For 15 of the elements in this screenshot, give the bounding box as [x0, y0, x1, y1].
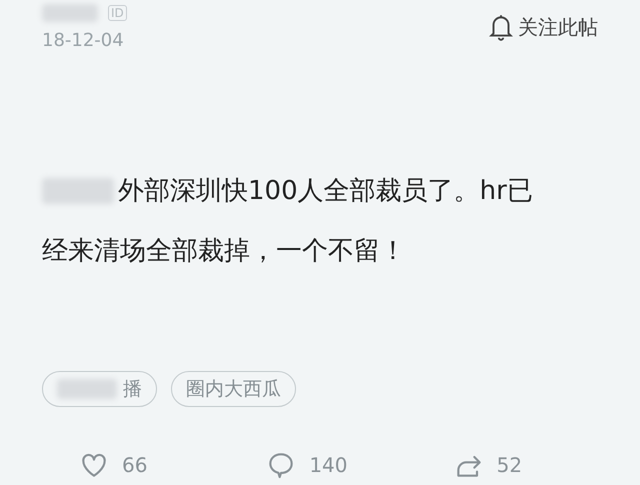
post-body-line: 外部深圳快100人全部裁员了。hr已 [118, 175, 533, 208]
share-button[interactable]: 52 [452, 449, 640, 481]
post-body-line: 经来清场全部裁掉，一个不留！ [42, 235, 406, 268]
follow-button[interactable]: 关注此帖 [488, 12, 598, 42]
redaction-blur [42, 178, 114, 204]
tag-label: 播 [123, 377, 142, 402]
like-button[interactable]: 66 [78, 449, 266, 481]
topic-tag[interactable]: 圈内大西瓜 [171, 371, 296, 407]
comment-button[interactable]: 140 [265, 449, 453, 481]
topic-tag[interactable]: 播 [42, 371, 157, 407]
post-date: 18-12-04 [42, 30, 125, 51]
redaction-blur [42, 4, 98, 22]
id-badge: ID [108, 5, 127, 21]
tag-label: 圈内大西瓜 [186, 377, 281, 402]
bell-icon [488, 12, 514, 42]
